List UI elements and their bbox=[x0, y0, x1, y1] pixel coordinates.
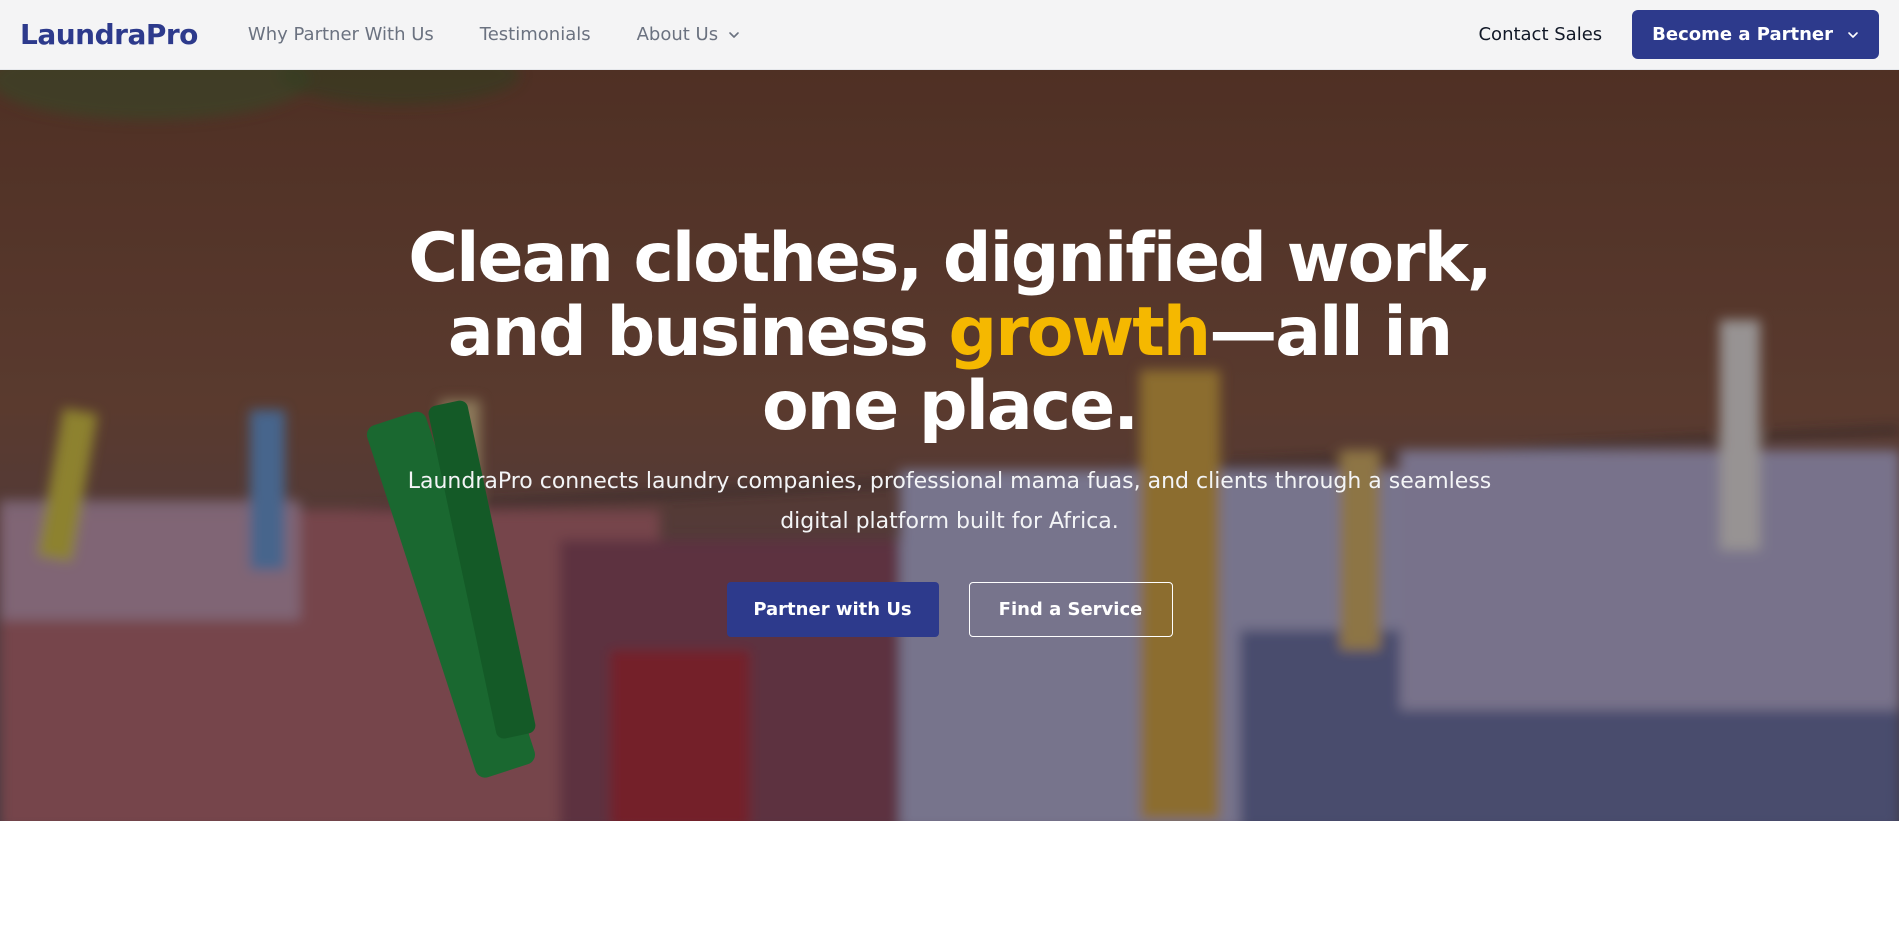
hero-cta-group: Partner with Us Find a Service bbox=[726, 582, 1173, 637]
chevron-down-icon bbox=[1848, 31, 1858, 38]
hero-section: Clean clothes, dignified work, and busin… bbox=[0, 70, 1899, 821]
hero-content: Clean clothes, dignified work, and busin… bbox=[0, 70, 1899, 821]
primary-nav: Why Partner With Us Testimonials About U… bbox=[248, 24, 740, 45]
hero-title: Clean clothes, dignified work, and busin… bbox=[375, 222, 1525, 444]
nav-actions: Contact Sales Become a Partner bbox=[1478, 10, 1879, 59]
become-partner-label: Become a Partner bbox=[1652, 24, 1833, 45]
become-partner-button[interactable]: Become a Partner bbox=[1632, 10, 1879, 59]
nav-link-testimonials[interactable]: Testimonials bbox=[480, 24, 591, 45]
chevron-down-icon bbox=[729, 31, 739, 38]
top-navbar: LaundraPro Why Partner With Us Testimoni… bbox=[0, 0, 1899, 70]
contact-sales-link[interactable]: Contact Sales bbox=[1478, 24, 1602, 45]
nav-link-label: Why Partner With Us bbox=[247, 24, 434, 45]
partner-with-us-button[interactable]: Partner with Us bbox=[726, 582, 939, 637]
nav-link-label: About Us bbox=[636, 24, 719, 45]
nav-link-label: Testimonials bbox=[479, 24, 591, 45]
hero-title-highlight: growth bbox=[948, 293, 1212, 372]
find-a-service-button[interactable]: Find a Service bbox=[968, 582, 1173, 637]
nav-link-about-us[interactable]: About Us bbox=[637, 24, 741, 45]
hero-subtitle: LaundraPro connects laundry companies, p… bbox=[407, 469, 1492, 534]
nav-link-why-partner[interactable]: Why Partner With Us bbox=[248, 24, 434, 45]
logo[interactable]: LaundraPro bbox=[20, 18, 198, 51]
